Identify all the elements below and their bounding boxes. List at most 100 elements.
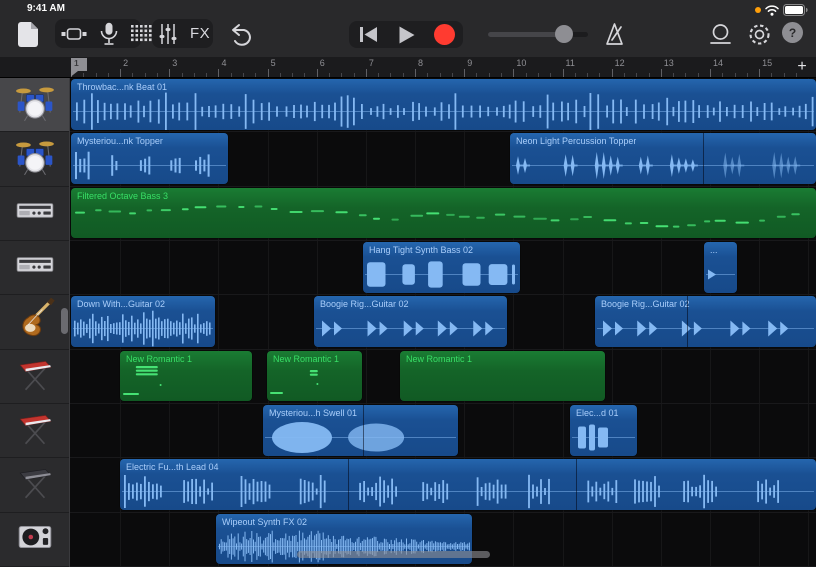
track-header-drum-kit[interactable] [0,78,69,132]
loop-browser-button[interactable] [706,20,734,48]
audio-region[interactable]: ... [704,242,737,293]
ruler-subtick [354,73,355,78]
help-button[interactable]: ? [782,22,803,43]
track-header-synth-module[interactable] [0,187,69,241]
tracks-view-button[interactable] [55,19,93,48]
ruler-measure-number: 4 [221,58,226,68]
timeline-area[interactable]: Throwbac...nk Beat 01 Mysteriou...nk Topp… [0,78,816,567]
region-waveform [120,459,816,510]
ruler-subtick [476,73,477,78]
rewind-button[interactable] [349,21,387,48]
audio-region[interactable]: Mysteriou...nk Topper [71,133,228,184]
ruler-measure-number: 15 [762,58,772,68]
track-header-electric-guitar[interactable] [0,295,69,349]
ruler-tick [759,69,760,77]
timeline-ruler[interactable]: + 234567891011121314151 [0,57,816,78]
ruler-measure-number: 11 [566,58,575,68]
region-waveform [71,79,816,130]
track-controls-button[interactable] [152,19,184,48]
track-header-drum-kit[interactable] [0,132,69,186]
ruler-measure-number: 10 [516,58,526,68]
metronome-icon [602,22,627,47]
ruler-subtick [341,73,342,78]
fx-label: FX [190,25,210,42]
track-header-keyboard-red[interactable] [0,404,69,458]
track-header-keyboard-dark[interactable] [0,458,69,512]
help-label: ? [789,26,796,40]
volume-slider-knob[interactable] [555,25,573,43]
settings-button[interactable] [745,20,773,48]
ruler-tick [169,69,170,77]
audio-region[interactable]: Electric Fu...th Lead 04 [120,459,816,510]
audio-region[interactable]: Hang Tight Synth Bass 02 [363,242,520,293]
region-label: Mysteriou...nk Topper [77,136,163,146]
status-time: 9:41 AM [27,3,65,14]
undo-button[interactable] [226,20,256,48]
ruler-measure-number: 12 [615,58,625,68]
audio-recorder-button[interactable] [93,19,125,48]
audio-region[interactable]: Throwbac...nk Beat 01 [71,79,816,130]
drum-kit-icon [14,135,56,182]
track-header-turntable[interactable] [0,513,69,567]
garageband-app: FX [0,0,816,567]
midi-region[interactable]: Filtered Octave Bass 3 [71,188,816,239]
ruler-subtick [304,73,305,78]
ruler-subtick [784,73,785,78]
ruler-subtick [145,73,146,78]
ruler-subtick [440,73,441,78]
fx-button[interactable]: FX [184,19,216,48]
audio-region[interactable]: Neon Light Percussion Topper [510,133,816,184]
audio-region[interactable]: Down With...Guitar 02 [71,296,215,347]
audio-region[interactable]: Boogie Rig...Guitar 02 [314,296,507,347]
record-button[interactable] [425,21,463,48]
ruler-subtick [194,73,195,78]
region-label: Hang Tight Synth Bass 02 [369,245,473,255]
my-songs-document-button[interactable] [16,20,42,48]
drum-kit-icon [14,81,56,128]
track-header-keyboard-red[interactable] [0,350,69,404]
loop-repeat-divider [363,405,364,456]
region-label: New Romantic 1 [126,354,192,364]
status-bar: 9:41 AM [0,0,816,16]
region-label: Down With...Guitar 02 [77,299,165,309]
ruler-subtick [649,73,650,78]
ruler-subtick [108,73,109,78]
region-waveform [704,242,737,293]
region-label: Neon Light Percussion Topper [516,136,636,146]
ruler-measure-number: 6 [320,58,325,68]
audio-region[interactable]: Boogie Rig...Guitar 02 [595,296,816,347]
horizontal-scrollbar[interactable] [297,551,490,558]
ruler-subtick [796,73,797,78]
ruler-subtick [587,73,588,78]
region-label: New Romantic 1 [273,354,339,364]
metronome-button[interactable] [600,20,628,48]
ruler-subtick [292,73,293,78]
midi-region[interactable]: New Romantic 1 [120,351,252,402]
keyboard-dark-icon [14,461,56,508]
audio-region[interactable]: Elec...d 01 [570,405,637,456]
volume-slider[interactable] [488,28,588,40]
ruler-subtick [157,73,158,78]
play-icon [398,26,415,44]
region-label: Electric Fu...th Lead 04 [126,462,219,472]
loop-repeat-divider [703,133,704,184]
ruler-measure-number: 2 [123,58,128,68]
region-label: New Romantic 1 [406,354,472,364]
midi-region[interactable]: New Romantic 1 [400,351,605,402]
track-header-synth-module[interactable] [0,241,69,295]
audio-region[interactable]: Mysteriou...h Swell 01 [263,405,458,456]
synth-module-icon [14,190,56,237]
ruler-subtick [280,73,281,78]
play-button[interactable] [387,21,425,48]
status-indicators [755,4,808,16]
region-label: Boogie Rig...Guitar 02 [601,299,690,309]
track-header-column [0,78,70,567]
midi-region[interactable]: New Romantic 1 [267,351,362,402]
track-header-resize-handle[interactable] [61,308,68,334]
ruler-measure-number: 5 [271,58,276,68]
ruler-subtick [329,73,330,78]
ruler-tick [317,69,318,77]
ruler-tick [563,69,564,77]
ruler-subtick [96,73,97,78]
ruler-tick [513,69,514,77]
